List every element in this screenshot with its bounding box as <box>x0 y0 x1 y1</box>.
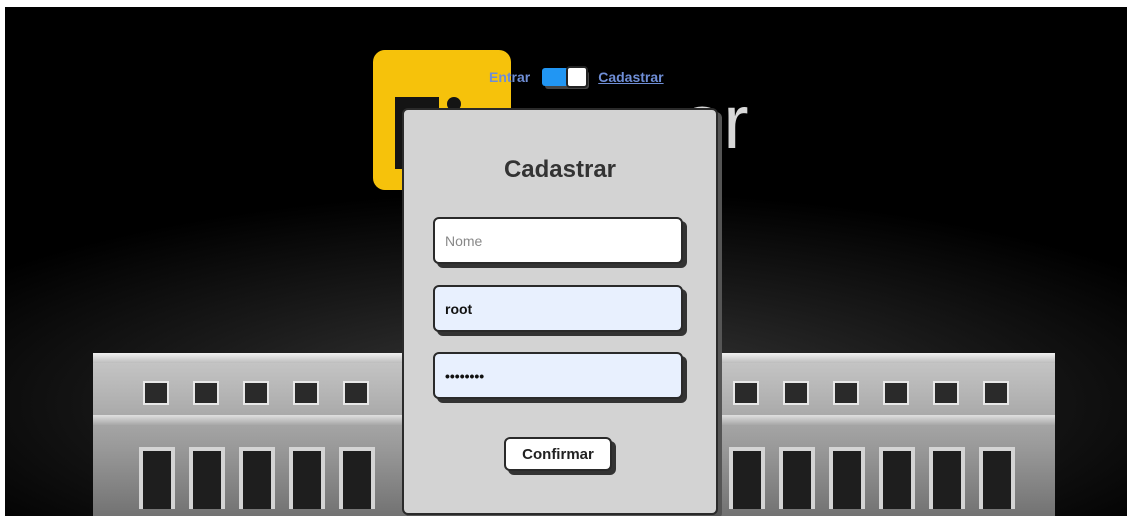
background: or Entrar Cadastrar Cadastrar <box>5 7 1127 516</box>
username-input[interactable] <box>433 285 683 332</box>
mode-toggle-switch[interactable] <box>542 66 589 88</box>
signup-card: Cadastrar Confirmar <box>402 108 718 515</box>
signup-link[interactable]: Cadastrar <box>598 69 663 85</box>
toggle-knob <box>566 66 589 88</box>
password-input[interactable] <box>433 352 683 399</box>
confirm-button[interactable]: Confirmar <box>504 437 612 471</box>
form-title: Cadastrar <box>503 156 617 183</box>
login-link[interactable]: Entrar <box>489 69 530 85</box>
name-input[interactable] <box>433 217 683 264</box>
auth-mode-toggle-row: Entrar Cadastrar <box>489 65 664 89</box>
